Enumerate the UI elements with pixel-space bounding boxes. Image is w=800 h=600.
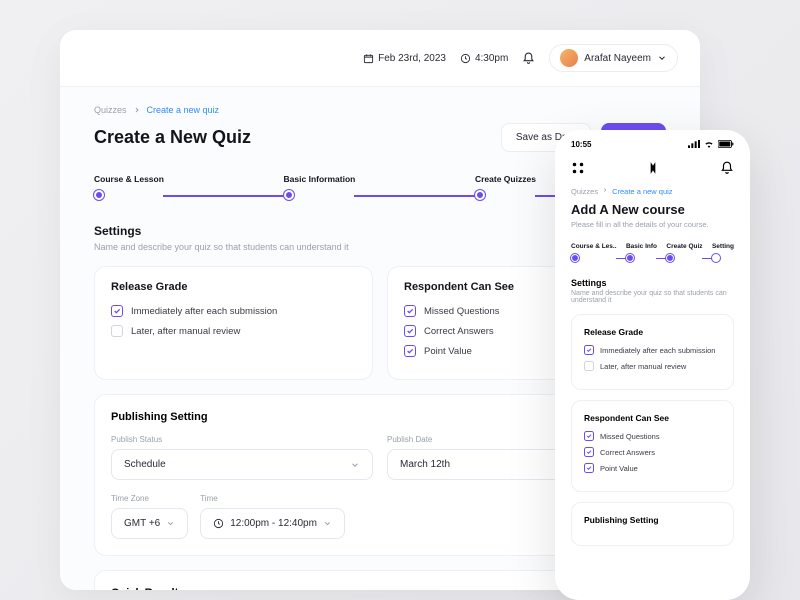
crumb-root[interactable]: Quizzes xyxy=(94,105,127,115)
m-step-4[interactable]: Setting xyxy=(712,243,734,262)
tz-label: Time Zone xyxy=(111,494,188,503)
checkbox-icon xyxy=(584,345,594,355)
page-title: Create a New Quiz xyxy=(94,127,251,148)
checkbox-icon xyxy=(111,305,123,317)
mobile-clock: 10:55 xyxy=(571,140,591,149)
time-text: 4:30pm xyxy=(475,53,508,64)
signal-icon xyxy=(688,140,700,148)
m-option-points[interactable]: Point Value xyxy=(584,463,721,473)
status-icons xyxy=(688,140,734,149)
m-option-missed[interactable]: Missed Questions xyxy=(584,431,721,441)
m-option-immediate[interactable]: Immediately after each submission xyxy=(584,345,721,355)
mobile-preview: 10:55 Quizzes Create a new quiz Add A Ne… xyxy=(555,130,750,600)
release-grade-card: Release Grade Immediately after each sub… xyxy=(94,266,373,380)
mobile-title: Add A New course xyxy=(571,202,734,217)
time-select[interactable]: 12:00pm - 12:40pm xyxy=(200,508,345,539)
mobile-release-card: Release Grade Immediately after each sub… xyxy=(571,314,734,390)
m-step-3[interactable]: Create Quiz xyxy=(666,243,702,262)
checkbox-icon xyxy=(111,325,123,337)
mobile-nav xyxy=(555,153,750,187)
chevron-down-icon xyxy=(657,53,667,63)
calendar-icon xyxy=(363,53,374,64)
m-option-later[interactable]: Later, after manual review xyxy=(584,361,721,371)
checkbox-icon xyxy=(404,325,416,337)
checkbox-icon xyxy=(404,345,416,357)
chevron-down-icon xyxy=(166,519,175,528)
breadcrumb: Quizzes Create a new quiz xyxy=(94,105,666,115)
mobile-publishing-card: Publishing Setting xyxy=(571,502,734,546)
clock-icon xyxy=(460,53,471,64)
time-display: 4:30pm xyxy=(460,53,508,64)
bell-icon[interactable] xyxy=(522,52,535,65)
chevron-right-icon xyxy=(133,106,141,114)
wifi-icon xyxy=(703,140,715,148)
timezone-select[interactable]: GMT +6 xyxy=(111,508,188,539)
crumb-current: Create a new quiz xyxy=(147,105,220,115)
step-2[interactable]: Basic Information xyxy=(284,174,356,200)
m-step-1[interactable]: Course & Les.. xyxy=(571,243,617,262)
battery-icon xyxy=(718,140,734,148)
time-label: Time xyxy=(200,494,345,503)
topbar: Feb 23rd, 2023 4:30pm Arafat Nayeem xyxy=(60,30,700,87)
mobile-respondent-card: Respondent Can See Missed Questions Corr… xyxy=(571,400,734,492)
status-select[interactable]: Schedule xyxy=(111,449,373,480)
chevron-down-icon xyxy=(350,460,360,470)
card-title: Release Grade xyxy=(584,327,721,337)
bell-icon[interactable] xyxy=(720,161,734,175)
option-later[interactable]: Later, after manual review xyxy=(111,325,356,337)
m-step-2[interactable]: Basic Info xyxy=(626,243,657,262)
step-1[interactable]: Course & Lesson xyxy=(94,174,164,200)
card-title: Respondent Can See xyxy=(584,413,721,423)
logo-icon xyxy=(646,161,660,175)
card-title: Release Grade xyxy=(111,281,356,293)
date-text: Feb 23rd, 2023 xyxy=(378,53,446,64)
checkbox-icon xyxy=(584,447,594,457)
avatar xyxy=(560,49,578,67)
date-display: Feb 23rd, 2023 xyxy=(363,53,446,64)
mobile-desc: Please fill in all the details of your c… xyxy=(571,220,734,229)
m-option-correct[interactable]: Correct Answers xyxy=(584,447,721,457)
mobile-settings-desc: Name and describe your quiz so that stud… xyxy=(571,290,734,304)
option-immediate[interactable]: Immediately after each submission xyxy=(111,305,356,317)
checkbox-icon xyxy=(584,463,594,473)
chevron-right-icon xyxy=(602,187,608,193)
status-label: Publish Status xyxy=(111,435,373,444)
user-menu[interactable]: Arafat Nayeem xyxy=(549,44,678,72)
checkbox-icon xyxy=(584,361,594,371)
user-name: Arafat Nayeem xyxy=(584,53,651,64)
card-title: Publishing Setting xyxy=(584,515,721,525)
mobile-breadcrumb: Quizzes Create a new quiz xyxy=(571,187,734,196)
crumb-root[interactable]: Quizzes xyxy=(571,187,598,196)
chevron-down-icon xyxy=(323,519,332,528)
clock-icon xyxy=(213,518,224,529)
step-3[interactable]: Create Quizzes xyxy=(475,174,536,200)
crumb-current: Create a new quiz xyxy=(612,187,672,196)
checkbox-icon xyxy=(404,305,416,317)
mobile-settings-title: Settings xyxy=(571,278,734,288)
checkbox-icon xyxy=(584,431,594,441)
mobile-stepper: Course & Les.. Basic Info Create Quiz Se… xyxy=(571,243,734,262)
menu-icon[interactable] xyxy=(571,161,585,175)
mobile-settings-section: Settings Name and describe your quiz so … xyxy=(571,278,734,304)
mobile-statusbar: 10:55 xyxy=(555,130,750,153)
